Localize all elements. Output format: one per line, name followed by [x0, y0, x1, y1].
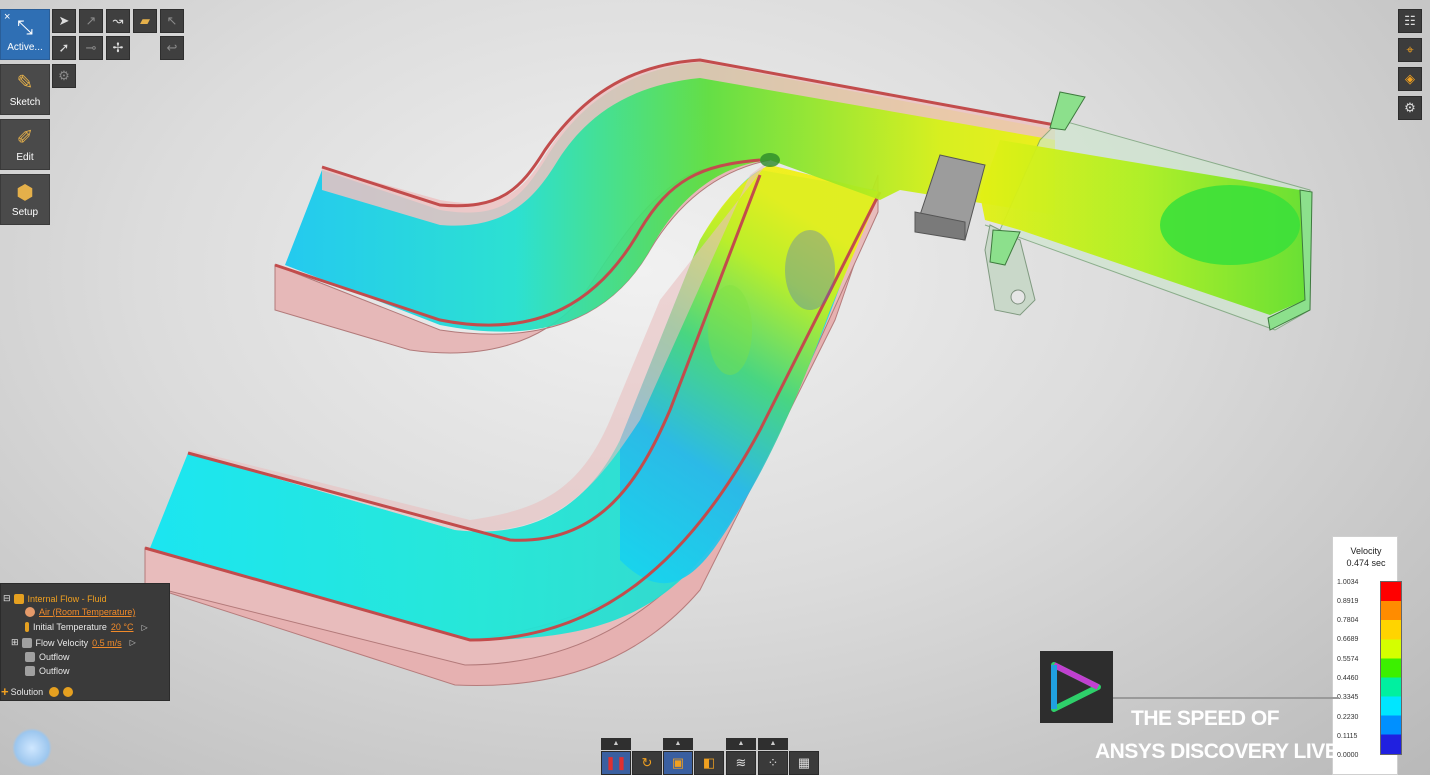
close-icon[interactable]: ×	[4, 11, 10, 23]
edit-label: Edit	[16, 152, 34, 163]
material-link[interactable]: Air (Room Temperature)	[39, 607, 135, 617]
streamlines-icon[interactable]: ≋	[726, 751, 756, 775]
tree-outflow-2[interactable]: Outflow	[25, 666, 70, 676]
velocity-legend: Velocity 0.474 sec 1.0034 0.8919 0.7804 …	[1332, 536, 1402, 775]
select-probe-icon[interactable]: ⌖	[1398, 38, 1422, 62]
material-icon	[25, 607, 35, 617]
temperature-value[interactable]: 20 °C	[111, 622, 134, 632]
legend-value: 0.8919	[1337, 598, 1359, 605]
settings-icon[interactable]: ⚙	[1398, 96, 1422, 120]
legend-value: 0.7804	[1337, 617, 1359, 624]
thermometer-icon	[25, 622, 29, 632]
outlet-bolt-hole	[1010, 289, 1026, 305]
legend-value: 0.2230	[1337, 714, 1359, 721]
select-point-icon[interactable]: ➚	[52, 36, 76, 60]
structure-tree-icon[interactable]: ☷	[1398, 9, 1422, 33]
hotspot	[760, 153, 780, 167]
bottom-tab[interactable]: ▲	[758, 738, 788, 750]
display-icon[interactable]: ◈	[1398, 67, 1422, 91]
blend-icon[interactable]: ↖	[160, 9, 184, 33]
sketch-label: Sketch	[9, 97, 41, 108]
outflow-label-1: Outflow	[39, 652, 70, 662]
tree-root[interactable]: ⊟ Internal Flow - Fluid	[3, 593, 107, 604]
vortex-green	[708, 285, 752, 375]
pause-icon[interactable]: ❚❚	[601, 751, 631, 775]
active-tool-button[interactable]: × ⤡ Active...	[0, 9, 50, 60]
shaded-view-icon[interactable]: ◧	[694, 751, 724, 775]
legend-value: 0.5574	[1337, 656, 1359, 663]
legend-value: 0.6689	[1337, 636, 1359, 643]
palette-icon[interactable]	[49, 686, 60, 697]
fill-icon[interactable]: ▰	[133, 9, 157, 33]
legend-value: 0.1115	[1337, 733, 1358, 740]
legend-time: 0.474 sec	[1346, 558, 1386, 568]
outlet-rim	[1049, 91, 1086, 131]
ansys-logo	[1040, 651, 1113, 723]
velocity-expand-icon[interactable]: ▷	[130, 638, 136, 647]
gear-icon[interactable]: ⚙	[52, 64, 76, 88]
watermark-line1: THE SPEED OF	[1131, 707, 1280, 730]
outlet-icon	[25, 652, 35, 662]
outlet-core	[1160, 185, 1300, 265]
temperature-label: Initial Temperature	[33, 622, 107, 632]
legend-title: Velocity	[1350, 546, 1382, 556]
legend-value: 0.3345	[1337, 694, 1359, 701]
tree-material[interactable]: Air (Room Temperature)	[25, 607, 135, 617]
outflow-label-2: Outflow	[39, 666, 70, 676]
setup-label: Setup	[11, 207, 39, 218]
tree-outflow-1[interactable]: Outflow	[25, 652, 70, 662]
orientation-cube[interactable]	[12, 728, 52, 768]
divider	[1113, 697, 1339, 699]
flow-scene	[144, 58, 1313, 687]
bottom-tab[interactable]: ▲	[663, 738, 693, 750]
simulation-tree: ⊟ Internal Flow - Fluid Air (Room Temper…	[0, 583, 170, 701]
bottom-tab[interactable]: ▲	[601, 738, 631, 750]
tree-velocity[interactable]: ⊞ Flow Velocity 0.5 m/s ▷	[11, 637, 136, 648]
sketch-button[interactable]: ✎ Sketch	[0, 64, 50, 115]
outlet-icon	[25, 666, 35, 676]
active-tool-label: Active...	[7, 42, 43, 53]
pencil-icon: ✎	[16, 72, 34, 94]
velocity-label: Flow Velocity	[35, 637, 89, 648]
tree-solution[interactable]: + Solution	[1, 684, 77, 699]
edit-button[interactable]: ✐ Edit	[0, 119, 50, 170]
tree-root-label: Internal Flow - Fluid	[27, 593, 107, 604]
legend-value: 1.0034	[1337, 579, 1359, 586]
bottom-tab[interactable]: ▲	[726, 738, 756, 750]
particles-icon[interactable]: ⁘	[758, 751, 788, 775]
velocity-value[interactable]: 0.5 m/s	[92, 638, 122, 648]
select-arrow-icon[interactable]: ➤	[52, 9, 76, 33]
legend-value: 0.0000	[1337, 752, 1359, 759]
cube-icon: ⬢	[16, 182, 34, 204]
combine-icon[interactable]: ✢	[106, 36, 130, 60]
inlet-icon	[21, 637, 32, 648]
vortex-blue	[785, 230, 835, 310]
legend-value: 0.4460	[1337, 675, 1359, 682]
reverse-icon[interactable]: ↩	[160, 36, 184, 60]
solution-label: Solution	[10, 686, 44, 697]
solid-view-icon[interactable]: ▣	[663, 751, 693, 775]
mesh-icon[interactable]: ▦	[789, 751, 819, 775]
folder-icon	[13, 593, 24, 604]
watermark-line2: ANSYS DISCOVERY LIVE	[1095, 740, 1339, 763]
brush-icon: ✐	[16, 127, 34, 149]
simulation-viewport[interactable]	[0, 0, 1430, 775]
temperature-expand-icon[interactable]: ▷	[142, 623, 148, 632]
tree-temperature[interactable]: Initial Temperature 20 °C ▷	[25, 622, 148, 632]
setup-button[interactable]: ⬢ Setup	[0, 174, 50, 225]
palette-add-icon[interactable]	[63, 686, 74, 697]
add-icon[interactable]: +	[1, 684, 9, 699]
move-icon[interactable]: ↝	[106, 9, 130, 33]
legend-color-bar	[1380, 581, 1402, 755]
reset-icon[interactable]: ↻	[632, 751, 662, 775]
split-icon[interactable]: ⊸	[79, 36, 103, 60]
pull-icon[interactable]: ↗	[79, 9, 103, 33]
